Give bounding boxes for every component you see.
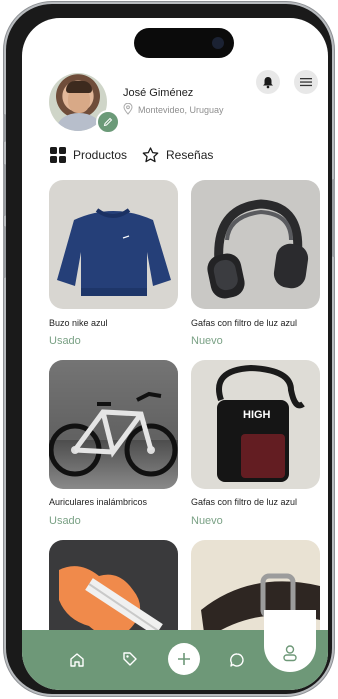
product-image-sweater[interactable] bbox=[49, 180, 178, 309]
nav-home[interactable] bbox=[67, 650, 87, 670]
product-name: Auriculares inalámbricos bbox=[49, 497, 148, 507]
home-icon bbox=[70, 653, 84, 667]
app-screen: José Giménez Montevideo, Uruguay Product… bbox=[22, 18, 328, 690]
bell-icon bbox=[263, 76, 273, 88]
nav-tags[interactable] bbox=[120, 649, 140, 669]
phone-frame: José Giménez Montevideo, Uruguay Product… bbox=[3, 4, 335, 694]
nav-chat[interactable] bbox=[227, 650, 247, 670]
product-condition: Nuevo bbox=[191, 335, 223, 347]
add-icon bbox=[178, 653, 190, 665]
side-button bbox=[3, 114, 6, 142]
tab-products[interactable]: Productos bbox=[50, 147, 127, 163]
product-condition: Nuevo bbox=[191, 515, 223, 527]
star-icon bbox=[142, 147, 159, 163]
dynamic-island bbox=[134, 28, 234, 58]
product-image-bag[interactable]: HIGH bbox=[191, 360, 320, 489]
menu-button[interactable] bbox=[294, 70, 318, 94]
tag-icon bbox=[123, 652, 137, 666]
product-name: Gafas con filtro de luz azul bbox=[191, 497, 298, 507]
pencil-icon bbox=[103, 117, 113, 127]
product-condition: Usado bbox=[49, 515, 81, 527]
grid-icon bbox=[50, 147, 66, 163]
chat-icon bbox=[230, 653, 244, 667]
location-pin-icon bbox=[123, 103, 133, 115]
nav-profile[interactable] bbox=[280, 642, 300, 664]
user-location: Montevideo, Uruguay bbox=[138, 105, 224, 115]
product-name: Buzo nike azul bbox=[49, 318, 108, 328]
product-condition: Usado bbox=[49, 335, 81, 347]
menu-icon bbox=[300, 78, 312, 87]
edit-profile-button[interactable] bbox=[96, 110, 120, 134]
volume-up-button bbox=[3, 164, 6, 216]
product-image-headphones[interactable] bbox=[191, 180, 320, 309]
power-button bbox=[332, 179, 335, 257]
tab-products-label: Productos bbox=[73, 148, 128, 162]
product-name: Gafas con filtro de luz azul bbox=[191, 318, 298, 328]
svg-text:HIGH: HIGH bbox=[243, 409, 271, 421]
nav-add-button[interactable] bbox=[168, 643, 200, 675]
tab-reviews[interactable]: Reseñas bbox=[142, 147, 213, 163]
product-image-bicycle[interactable] bbox=[49, 360, 178, 489]
notifications-button[interactable] bbox=[256, 70, 280, 94]
profile-icon bbox=[283, 645, 297, 662]
user-name: José Giménez bbox=[123, 87, 194, 99]
tab-reviews-label: Reseñas bbox=[166, 148, 214, 162]
volume-down-button bbox=[3, 226, 6, 278]
camera-icon bbox=[212, 37, 224, 49]
